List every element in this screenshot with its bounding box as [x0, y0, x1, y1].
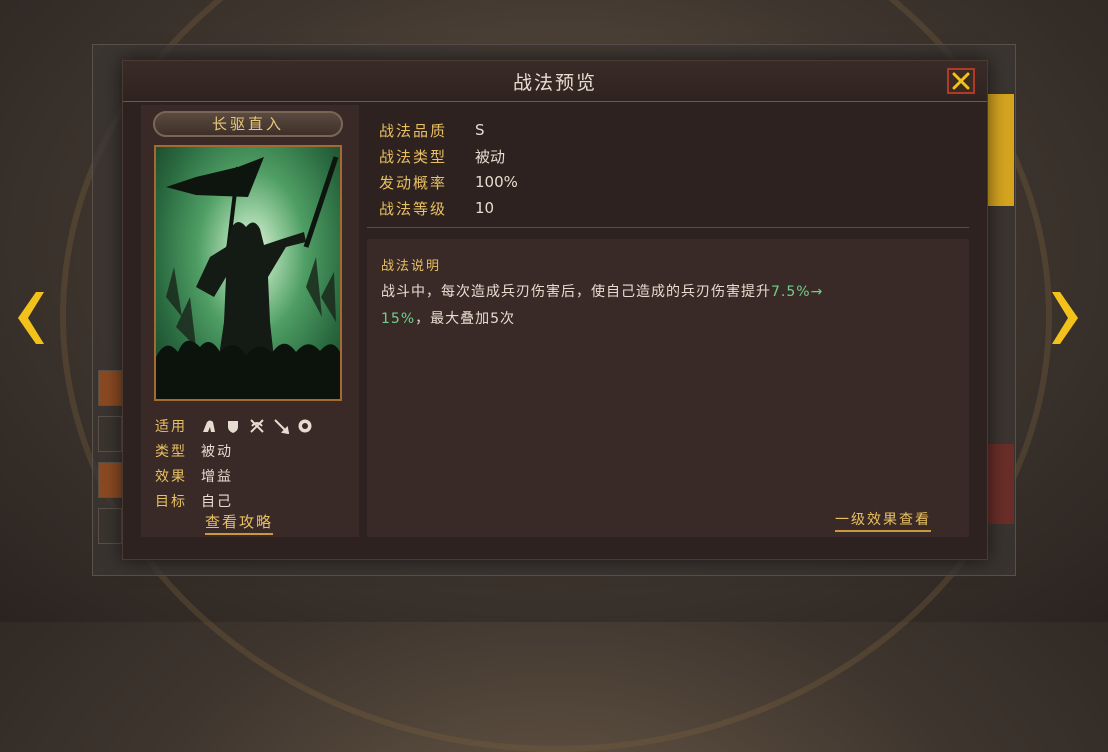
attr-row-type: 类型 被动 — [155, 438, 355, 463]
divider — [367, 227, 969, 228]
info-label: 战法类型 — [379, 147, 448, 166]
skill-artwork — [154, 145, 342, 401]
description-text-part: ，最大叠加5次 — [415, 311, 516, 327]
spear-icon — [273, 418, 290, 434]
background-side-strip — [986, 94, 1014, 534]
attr-label: 效果 — [155, 468, 187, 485]
attr-row-troops: 适用 — [155, 413, 355, 438]
previous-skill-button[interactable] — [8, 288, 44, 348]
attr-row-target: 目标 自己 — [155, 488, 355, 513]
info-value: 被动 — [475, 147, 506, 166]
info-row-rate: 发动概率 100% — [379, 169, 959, 195]
troop-icons — [201, 418, 313, 434]
description-panel: 战法说明 战斗中，每次造成兵刃伤害后，使自己造成的兵刃伤害提升7.5%→ 15%，… — [367, 239, 969, 537]
description-text: 战斗中，每次造成兵刃伤害后，使自己造成的兵刃伤害提升7.5%→ 15%，最大叠加5… — [381, 279, 955, 333]
info-label: 发动概率 — [379, 173, 448, 192]
attr-value: 自己 — [201, 493, 233, 510]
info-value: 10 — [475, 199, 495, 217]
close-icon — [952, 72, 970, 90]
skill-attributes: 适用 类型 被动 效果 增益 目标 自己 — [155, 413, 355, 513]
description-title: 战法说明 — [381, 259, 442, 274]
attr-label: 目标 — [155, 493, 187, 510]
description-highlight: 15% — [381, 311, 416, 327]
skill-info: 战法品质 S 战法类型 被动 发动概率 100% 战法等级 10 — [379, 117, 959, 221]
siege-icon — [297, 418, 313, 434]
attr-value: 被动 — [201, 443, 233, 460]
description-text-part: 战斗中，每次造成兵刃伤害后，使自己造成的兵刃伤害提升 — [381, 284, 771, 300]
info-row-level: 战法等级 10 — [379, 195, 959, 221]
cavalry-icon — [201, 418, 217, 434]
attr-label: 适用 — [155, 418, 187, 435]
attr-value: 增益 — [201, 468, 233, 485]
skill-name: 长驱直入 — [153, 111, 343, 137]
bow-icon — [249, 418, 265, 434]
info-row-type: 战法类型 被动 — [379, 143, 959, 169]
shield-icon — [225, 418, 241, 434]
level-one-effect-link[interactable]: 一级效果查看 — [835, 509, 931, 532]
dialog-title: 战法预览 — [512, 72, 597, 94]
info-row-quality: 战法品质 S — [379, 117, 959, 143]
info-value: S — [475, 121, 485, 139]
info-label: 战法等级 — [379, 199, 448, 218]
info-value: 100% — [475, 173, 518, 191]
close-button[interactable] — [947, 68, 975, 94]
info-label: 战法品质 — [379, 121, 448, 140]
warrior-banner-illustration — [156, 156, 340, 399]
dialog-header: 战法预览 — [123, 61, 987, 102]
attr-label: 类型 — [155, 443, 187, 460]
chevron-left-icon — [18, 292, 44, 344]
skill-card-panel: 长驱直入 适用 类型 被动 效果 增益 目标 自己 查看攻略 — [141, 105, 359, 537]
attr-row-effect: 效果 增益 — [155, 463, 355, 488]
view-guide-link[interactable]: 查看攻略 — [205, 511, 274, 535]
skill-preview-dialog: 战法预览 长驱直入 适用 类型 被动 效果 增益 目标 自己 查看攻略 战法品质… — [122, 60, 988, 560]
description-highlight: 7.5%→ — [771, 284, 824, 300]
chevron-right-icon — [1052, 292, 1078, 344]
next-skill-button[interactable] — [1052, 288, 1088, 348]
background-left-tabs — [98, 370, 122, 554]
